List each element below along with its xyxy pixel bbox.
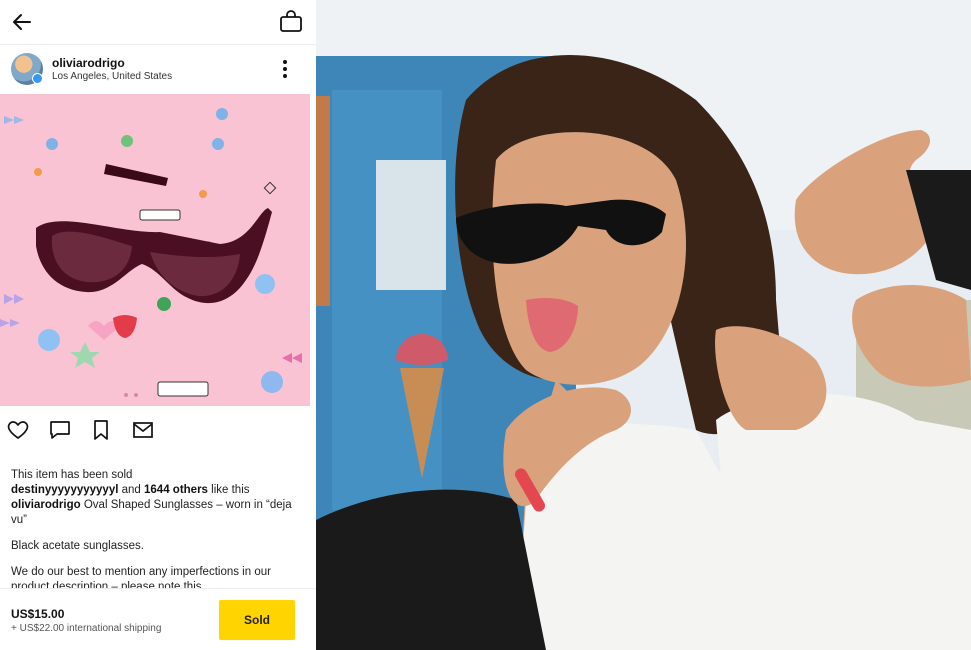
liked-and: and — [121, 484, 141, 496]
listing-panel: oliviarodrigo Los Angeles, United States — [0, 0, 316, 650]
model-wearing-sunglasses-image — [316, 0, 971, 650]
top-bar — [0, 0, 316, 45]
shipping-cost: + US$22.00 international shipping — [11, 623, 162, 634]
product-photo[interactable] — [0, 94, 310, 406]
comment-icon[interactable] — [48, 418, 72, 442]
sunglasses-illustration — [0, 108, 302, 397]
shopping-bag-icon[interactable] — [278, 8, 304, 34]
title-username[interactable]: oliviarodrigo — [11, 499, 81, 511]
heart-icon[interactable] — [6, 418, 30, 442]
verified-badge-icon — [32, 73, 43, 84]
description-1: Black acetate sunglasses. — [11, 540, 144, 552]
seller-location: Los Angeles, United States — [52, 71, 173, 82]
liked-count[interactable]: 1644 others — [144, 484, 208, 496]
listing-caption: This item has been sold destinyyyyyyyyyy… — [11, 468, 307, 595]
liked-suffix: like this — [211, 484, 250, 496]
likes-line: destinyyyyyyyyyyyl and 1644 others like … — [11, 483, 307, 498]
more-vertical-icon[interactable] — [276, 58, 294, 80]
action-bar — [0, 418, 316, 444]
seller-username[interactable]: oliviarodrigo — [52, 56, 125, 70]
bookmark-icon[interactable] — [89, 418, 113, 442]
price: US$15.00 — [11, 607, 65, 621]
purchase-bar: US$15.00 + US$22.00 international shippi… — [0, 588, 316, 650]
lifestyle-photo — [316, 0, 971, 650]
liked-by-user[interactable]: destinyyyyyyyyyyyl — [11, 484, 118, 496]
listing-title-line: oliviarodrigo Oval Shaped Sunglasses – w… — [11, 498, 307, 528]
sold-button[interactable]: Sold — [219, 600, 295, 640]
avatar[interactable] — [11, 53, 43, 85]
sold-notice: This item has been sold — [11, 469, 133, 481]
envelope-icon[interactable] — [131, 418, 155, 442]
arrow-left-icon[interactable] — [10, 10, 34, 34]
seller-row: oliviarodrigo Los Angeles, United States — [0, 45, 316, 93]
